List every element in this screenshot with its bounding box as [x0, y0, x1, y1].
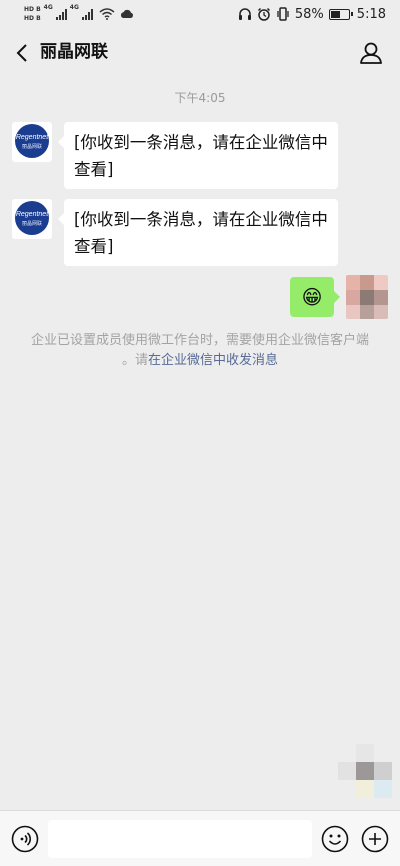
message-input[interactable] — [48, 820, 312, 858]
signal-icon-2 — [81, 8, 93, 20]
avatar-brand-text: Regentnet — [15, 211, 49, 218]
avatar-brand-subtext: 丽晶网联 — [21, 144, 42, 150]
message-bubble[interactable]: [你收到一条消息，请在企业微信中查看] — [58, 199, 338, 266]
chevron-left-icon[interactable] — [8, 38, 38, 68]
person-icon[interactable] — [356, 38, 386, 68]
hd-indicator-bottom: HD B — [24, 15, 41, 22]
chat-title: 丽晶网联 — [40, 42, 108, 62]
chat-header: 丽晶网联 — [0, 28, 400, 78]
notice-link[interactable]: 在企业微信中收发消息 — [148, 353, 278, 368]
status-bar: HD B HD B 4G 4G 58% 5:18 — [0, 0, 400, 28]
grinning-emoji-icon: 😁 — [301, 285, 323, 309]
sent-message-row: 😁 — [278, 275, 388, 319]
my-avatar[interactable] — [346, 275, 388, 319]
avatar-brand-text: Regentnet — [15, 134, 49, 141]
contact-avatar[interactable]: Regentnet 丽晶网联 — [12, 199, 52, 239]
network-type-2: 4G — [69, 4, 79, 11]
blurred-overlay — [338, 742, 398, 802]
sent-message-bubble[interactable]: 😁 — [290, 277, 340, 317]
smiley-icon[interactable] — [321, 825, 349, 853]
avatar-brand-subtext: 丽晶网联 — [21, 221, 42, 227]
network-type-1: 4G — [43, 4, 53, 11]
battery-icon — [328, 8, 353, 20]
hd-indicator-top: HD B — [24, 6, 41, 13]
headset-icon — [238, 8, 251, 20]
message-timestamp: 下午4:05 — [174, 91, 226, 105]
voice-icon[interactable] — [11, 825, 39, 853]
avatar-logo-circle — [15, 201, 49, 235]
contact-avatar[interactable]: Regentnet 丽晶网联 — [12, 122, 52, 162]
avatar-logo-circle — [15, 124, 49, 158]
input-bar — [0, 810, 400, 866]
message-bubble[interactable]: [你收到一条消息，请在企业微信中查看] — [58, 122, 338, 189]
status-bar-left: HD B HD B 4G 4G — [24, 3, 134, 25]
system-notice: 企业已设置成员使用微工作台时，需要使用企业微信客户端 。请在企业微信中收发消息 — [30, 331, 370, 371]
plus-icon[interactable] — [361, 825, 389, 853]
status-bar-right: 58% 5:18 — [238, 0, 386, 28]
hd-indicators: HD B HD B — [24, 6, 41, 22]
alarm-icon — [257, 7, 270, 21]
cloud-icon — [120, 9, 133, 18]
wifi-icon — [99, 8, 115, 20]
clock: 5:18 — [356, 6, 386, 22]
signal-icon — [55, 8, 67, 20]
vibrate-icon — [277, 7, 289, 21]
battery-fill — [330, 10, 341, 18]
battery-percent: 58% — [294, 6, 324, 22]
